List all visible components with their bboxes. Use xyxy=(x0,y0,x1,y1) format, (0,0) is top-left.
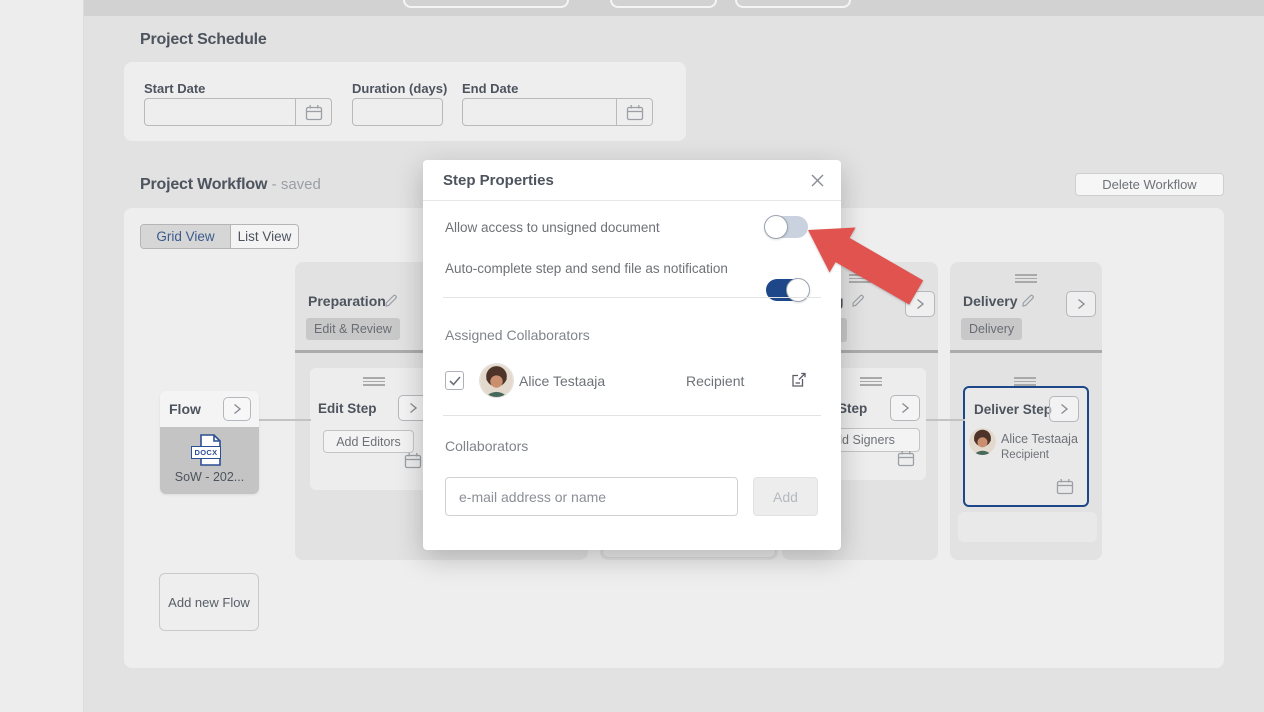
app-screen: Project Schedule Start Date Duration (da… xyxy=(0,0,1264,712)
drag-handle-icon[interactable] xyxy=(363,377,385,386)
chevron-right-icon xyxy=(1076,298,1086,310)
pencil-icon[interactable] xyxy=(1020,293,1036,309)
export-icon[interactable] xyxy=(790,371,808,389)
start-date-calendar-button[interactable] xyxy=(295,99,331,125)
drag-handle-icon[interactable] xyxy=(1015,274,1037,283)
pencil-icon[interactable] xyxy=(850,293,866,309)
modal-header: Step Properties xyxy=(423,160,841,201)
docx-label: DOCX xyxy=(191,446,222,459)
left-sidebar xyxy=(0,0,84,712)
unsigned-access-label: Allow access to unsigned document xyxy=(445,220,660,235)
end-date-input[interactable] xyxy=(463,99,616,125)
auto-complete-label: Auto-complete step and send file as noti… xyxy=(445,261,728,276)
column-type-badge: Delivery xyxy=(961,318,1022,340)
calendar-icon[interactable] xyxy=(404,452,422,469)
add-collaborator-button[interactable]: Add xyxy=(753,477,818,516)
column-title: Delivery xyxy=(963,293,1017,309)
avatar xyxy=(969,428,996,455)
chevron-right-icon xyxy=(408,402,418,414)
drag-handle-icon[interactable] xyxy=(849,274,871,283)
pencil-icon[interactable] xyxy=(383,293,399,309)
top-tab-stub[interactable] xyxy=(403,0,569,8)
calendar-icon[interactable] xyxy=(897,450,915,467)
modal-divider xyxy=(443,297,821,298)
grid-view-tab[interactable]: Grid View xyxy=(141,225,230,248)
flow-card-body: DOCX SoW - 202... xyxy=(160,427,259,494)
workflow-header: Project Workflow - saved xyxy=(140,176,321,194)
toggle-knob xyxy=(786,278,810,302)
end-date-calendar-button[interactable] xyxy=(616,99,652,125)
column-title: Preparation xyxy=(308,293,386,309)
chevron-right-icon xyxy=(1059,403,1069,415)
start-date-label: Start Date xyxy=(144,81,205,96)
flow-connector-line xyxy=(259,419,311,421)
flow-card[interactable]: Flow DOCX SoW - 202... xyxy=(160,391,259,494)
calendar-icon xyxy=(305,104,323,121)
flow-file-name: SoW - 202... xyxy=(175,470,244,484)
workflow-column-delivery: Delivery Delivery Deliver Step Alice Tes… xyxy=(950,262,1102,560)
step-assignee-name: Alice Testaaja xyxy=(1001,432,1078,446)
step-open-button[interactable] xyxy=(1049,396,1079,422)
flow-open-button[interactable] xyxy=(223,397,251,421)
collaborator-email-input[interactable] xyxy=(445,477,738,516)
modal-title: Step Properties xyxy=(443,172,554,189)
start-date-input-group xyxy=(144,98,332,126)
avatar xyxy=(480,364,513,397)
duration-label: Duration (days) xyxy=(352,81,447,96)
view-toggle: Grid View List View xyxy=(140,224,299,249)
end-date-label: End Date xyxy=(462,81,518,96)
calendar-icon[interactable] xyxy=(1056,478,1074,495)
top-tab-stub[interactable] xyxy=(735,0,851,8)
flow-card-header: Flow xyxy=(160,391,259,427)
duration-input-group xyxy=(352,98,443,126)
chevron-right-icon xyxy=(232,403,242,415)
flow-title: Flow xyxy=(169,401,201,417)
collaborator-checkbox[interactable] xyxy=(445,371,464,390)
unsigned-access-toggle[interactable] xyxy=(766,216,808,238)
column-open-button[interactable] xyxy=(905,291,935,317)
step-properties-modal: Step Properties Allow access to unsigned… xyxy=(423,160,841,550)
top-tab-stub[interactable] xyxy=(610,0,717,8)
drag-handle-icon[interactable] xyxy=(860,377,882,386)
docx-file-icon: DOCX xyxy=(193,433,227,467)
chevron-right-icon xyxy=(900,402,910,414)
end-date-input-group xyxy=(462,98,653,126)
add-new-flow-button[interactable]: Add new Flow xyxy=(159,573,259,631)
assigned-collaborators-heading: Assigned Collaborators xyxy=(445,327,590,343)
workflow-saved-status: - saved xyxy=(272,176,321,193)
schedule-section-title: Project Schedule xyxy=(140,31,267,49)
column-bottom-button[interactable] xyxy=(958,512,1097,542)
column-open-button[interactable] xyxy=(1066,291,1096,317)
step-title-fragment: Step xyxy=(838,401,867,416)
toggle-knob xyxy=(764,215,788,239)
close-icon[interactable] xyxy=(810,173,825,188)
deliver-step-selected-card[interactable]: Deliver Step Alice Testaaja Recipient xyxy=(963,386,1089,507)
check-icon xyxy=(449,376,461,386)
column-divider xyxy=(950,350,1102,353)
collaborator-role: Recipient xyxy=(686,373,744,389)
step-title: Deliver Step xyxy=(974,402,1052,417)
column-type-badge: Edit & Review xyxy=(306,318,400,340)
step-connector-line xyxy=(926,419,965,421)
delete-workflow-button[interactable]: Delete Workflow xyxy=(1075,173,1224,196)
start-date-input[interactable] xyxy=(145,99,295,125)
add-editors-button[interactable]: Add Editors xyxy=(323,430,414,453)
step-open-button[interactable] xyxy=(890,395,920,421)
collaborator-name: Alice Testaaja xyxy=(519,373,605,389)
list-view-tab[interactable]: List View xyxy=(230,225,298,248)
workflow-section-title: Project Workflow xyxy=(140,176,267,193)
step-assignee-role: Recipient xyxy=(1001,449,1049,461)
modal-divider xyxy=(443,415,821,416)
collaborators-heading: Collaborators xyxy=(445,438,528,454)
drag-handle-icon[interactable] xyxy=(1014,377,1036,386)
schedule-panel: Start Date Duration (days) End Date xyxy=(124,62,686,141)
chevron-right-icon xyxy=(915,298,925,310)
edit-step-card[interactable]: Edit Step Add Editors xyxy=(310,368,438,490)
calendar-icon xyxy=(626,104,644,121)
step-title: Edit Step xyxy=(318,401,377,416)
duration-input[interactable] xyxy=(353,99,442,125)
